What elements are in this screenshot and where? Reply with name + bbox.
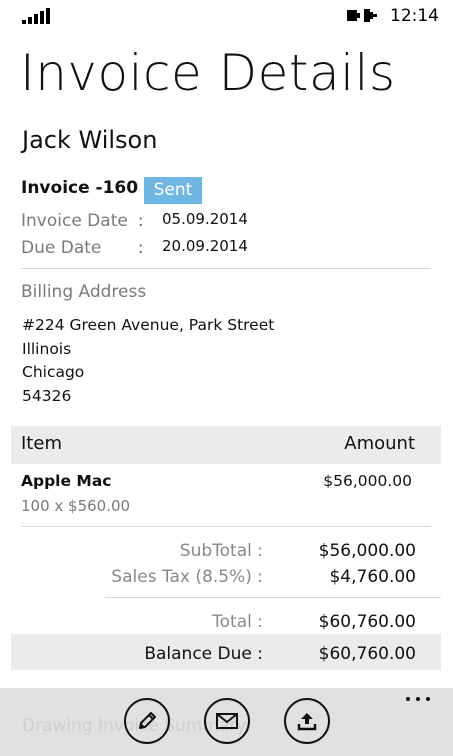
invoice-date-value: 05.09.2014 [162,210,248,228]
line-item-name: Apple Mac [21,472,112,490]
edit-pencil-icon [139,712,156,729]
status-time: 12:14 [390,6,439,26]
divider [105,597,441,598]
line-item-amount: $56,000.00 [323,472,412,490]
billing-address-line: Illinois [22,340,72,358]
battery-charging-icon [346,7,378,24]
sales-tax-value: $4,760.00 [329,567,416,587]
invoice-number: Invoice -160 [21,178,139,198]
invoice-date-label: Invoice Date [21,211,128,231]
page-title: Invoice Details [20,44,396,102]
divider [21,268,431,269]
status-badge: Sent [144,177,202,204]
subtotal-value: $56,000.00 [318,541,416,561]
mail-icon [216,713,238,729]
customer-name: Jack Wilson [22,126,158,154]
billing-address-label: Billing Address [21,282,147,302]
sales-tax-label: Sales Tax (8.5%) : [111,567,263,587]
due-date-label: Due Date [21,238,102,258]
divider [21,526,431,527]
due-date-colon: : [138,238,144,257]
signal-bars-icon [22,8,52,24]
balance-due-label: Balance Due : [144,644,263,664]
upload-button[interactable] [284,698,330,744]
subtotal-label: SubTotal : [179,541,263,561]
total-label: Total : [212,612,263,632]
column-header-amount: Amount [344,433,415,454]
billing-address-line: Chicago [22,363,85,381]
line-item-quantity-price: 100 x $560.00 [21,497,131,515]
email-button[interactable] [204,698,250,744]
total-value: $60,760.00 [318,612,416,632]
due-date-value: 20.09.2014 [162,237,248,255]
balance-due-value: $60,760.00 [318,644,416,664]
upload-icon [297,713,317,731]
billing-address-line: 54326 [22,387,72,405]
invoice-date-colon: : [138,211,144,230]
billing-address-line: #224 Green Avenue, Park Street [22,316,275,334]
edit-button[interactable] [124,698,170,744]
column-header-item: Item [21,433,62,454]
more-ellipsis-icon[interactable] [403,693,433,705]
